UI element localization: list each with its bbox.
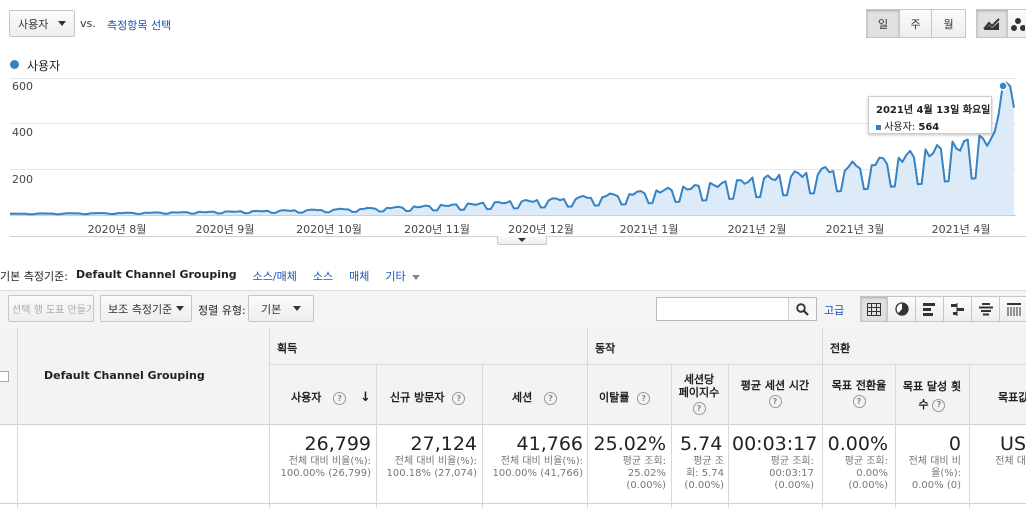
view-comparison-button[interactable] xyxy=(944,296,972,322)
x-tick: 2020년 8월 xyxy=(87,223,147,236)
totals-goal-conversion-rate: 0.00% 평균 조회: 0.00% (0.00%) xyxy=(827,433,888,491)
collapse-chart-handle[interactable] xyxy=(497,236,547,245)
help-icon[interactable]: ? xyxy=(544,391,558,405)
sort-type-select[interactable]: 기본 xyxy=(248,295,314,322)
tooltip-date: 2021년 4월 13일 화요일 xyxy=(876,105,991,116)
totals-goal-completions: 0 전체 대비 비 율(%): 0.00% (0) xyxy=(908,433,961,491)
pivot-table-icon xyxy=(1007,302,1021,316)
totals-pages-per-session: 5.74 평균 조 회: 5.74 (0.00%) xyxy=(680,433,724,491)
x-tick: 2021년 1월 xyxy=(619,223,679,236)
column-header-pages-per-session[interactable]: 세션당 페이지수 ? xyxy=(677,373,721,415)
column-header-goal-value[interactable]: 목표값 xyxy=(998,389,1026,405)
dimension-bar: 기본 측정기준: Default Channel Grouping 소스/매체 … xyxy=(0,268,421,284)
group-behavior: 동작 xyxy=(595,342,616,355)
totals-new-users: 27,124 전체 대비 비율(%): 100.18% (27,074) xyxy=(386,433,477,479)
column-header-new-users[interactable]: 신규 방문자 ? xyxy=(390,389,466,405)
x-tick: 2020년 12월 xyxy=(508,223,574,236)
chevron-down-icon xyxy=(293,306,301,311)
view-table-button[interactable] xyxy=(860,296,888,322)
totals-users: 26,799 전체 대비 비율(%): 100.00% (26,799) xyxy=(280,433,371,479)
help-icon[interactable]: ? xyxy=(852,394,866,408)
totals-bounce-rate: 25.02% 평균 조회: 25.02% (0.00%) xyxy=(593,433,666,491)
pie-chart-icon xyxy=(894,302,909,316)
dimension-link-source[interactable]: 소스 xyxy=(313,268,333,284)
column-header-avg-session-duration[interactable]: 평균 세션 시간 ? xyxy=(732,378,818,408)
tooltip-swatch xyxy=(876,124,881,130)
help-icon[interactable]: ? xyxy=(452,391,466,405)
chevron-down-icon xyxy=(518,238,526,242)
chart-point-highlight xyxy=(998,81,1008,91)
column-header-goal-completions[interactable]: 목표 달성 횟수 ? xyxy=(899,378,965,414)
help-icon[interactable]: ? xyxy=(768,394,782,408)
x-tick: 2021년 4월 xyxy=(931,223,991,236)
dimension-more-dropdown[interactable]: 기타 xyxy=(385,268,421,284)
chevron-down-icon xyxy=(412,275,421,280)
group-conversions: 전환 xyxy=(830,342,851,355)
tooltip-label: 사용자: xyxy=(884,122,916,133)
help-icon[interactable]: ? xyxy=(637,391,651,405)
view-performance-button[interactable] xyxy=(916,296,944,322)
sort-type-label: 정렬 유형: xyxy=(198,304,246,317)
x-tick: 2020년 11월 xyxy=(404,223,470,236)
term-cloud-icon xyxy=(978,302,993,315)
tooltip-value: 564 xyxy=(918,122,940,133)
chart-tooltip: 2021년 4월 13일 화요일 사용자: 564 xyxy=(868,96,992,134)
sort-arrow-down-icon: ↓ xyxy=(360,390,371,405)
chevron-down-icon xyxy=(176,306,184,311)
table-grid-icon xyxy=(867,302,881,316)
column-header-bounce-rate[interactable]: 이탈률 ? xyxy=(599,389,651,405)
plot-rows-button[interactable]: 선택 행 도표 만들기 xyxy=(8,295,94,322)
x-tick: 2020년 10월 xyxy=(296,223,362,236)
dimension-active: Default Channel Grouping xyxy=(75,268,237,281)
advanced-filter-link[interactable]: 고급 xyxy=(824,302,844,318)
secondary-dimension-select[interactable]: 보조 측정기준 xyxy=(100,295,192,322)
select-all-checkbox[interactable] xyxy=(0,371,9,382)
help-icon[interactable]: ? xyxy=(692,402,706,415)
totals-goal-value: US 전체 대 xyxy=(995,433,1026,467)
totals-avg-session-duration: 00:03:17 평균 조회: 00:03:17 (0.00%) xyxy=(732,433,818,491)
help-icon[interactable]: ? xyxy=(932,398,946,412)
data-table: Default Channel Grouping 획득 동작 전환 사용자 ? … xyxy=(0,328,1026,508)
column-header-users[interactable]: 사용자 ? ↓ xyxy=(291,389,371,405)
x-tick: 2021년 2월 xyxy=(727,223,787,236)
comparison-icon xyxy=(950,302,964,316)
search-button[interactable] xyxy=(788,298,816,320)
dimension-link-source-medium[interactable]: 소스/매체 xyxy=(253,268,297,284)
dimension-column-header[interactable]: Default Channel Grouping xyxy=(44,369,205,382)
dimension-link-medium[interactable]: 매체 xyxy=(349,268,369,284)
x-tick: 2020년 9월 xyxy=(195,223,255,236)
help-icon[interactable]: ? xyxy=(333,391,347,405)
totals-sessions: 41,766 전체 대비 비율(%): 100.00% (41,766) xyxy=(492,433,583,479)
x-tick: 2021년 3월 xyxy=(825,223,885,236)
search-icon xyxy=(796,302,809,316)
search-input[interactable] xyxy=(657,298,788,320)
table-search xyxy=(656,297,817,321)
view-term-cloud-button[interactable] xyxy=(972,296,1000,322)
group-acquisition: 획득 xyxy=(277,342,298,355)
bar-chart-icon xyxy=(922,302,935,316)
column-header-sessions[interactable]: 세션 ? xyxy=(512,389,558,405)
column-header-goal-conversion-rate[interactable]: 목표 전환율 ? xyxy=(826,378,892,408)
table-view-toggle xyxy=(860,296,1026,322)
primary-dimension-label: 기본 측정기준: xyxy=(0,270,68,283)
view-pie-button[interactable] xyxy=(888,296,916,322)
view-pivot-button[interactable] xyxy=(1000,296,1026,322)
